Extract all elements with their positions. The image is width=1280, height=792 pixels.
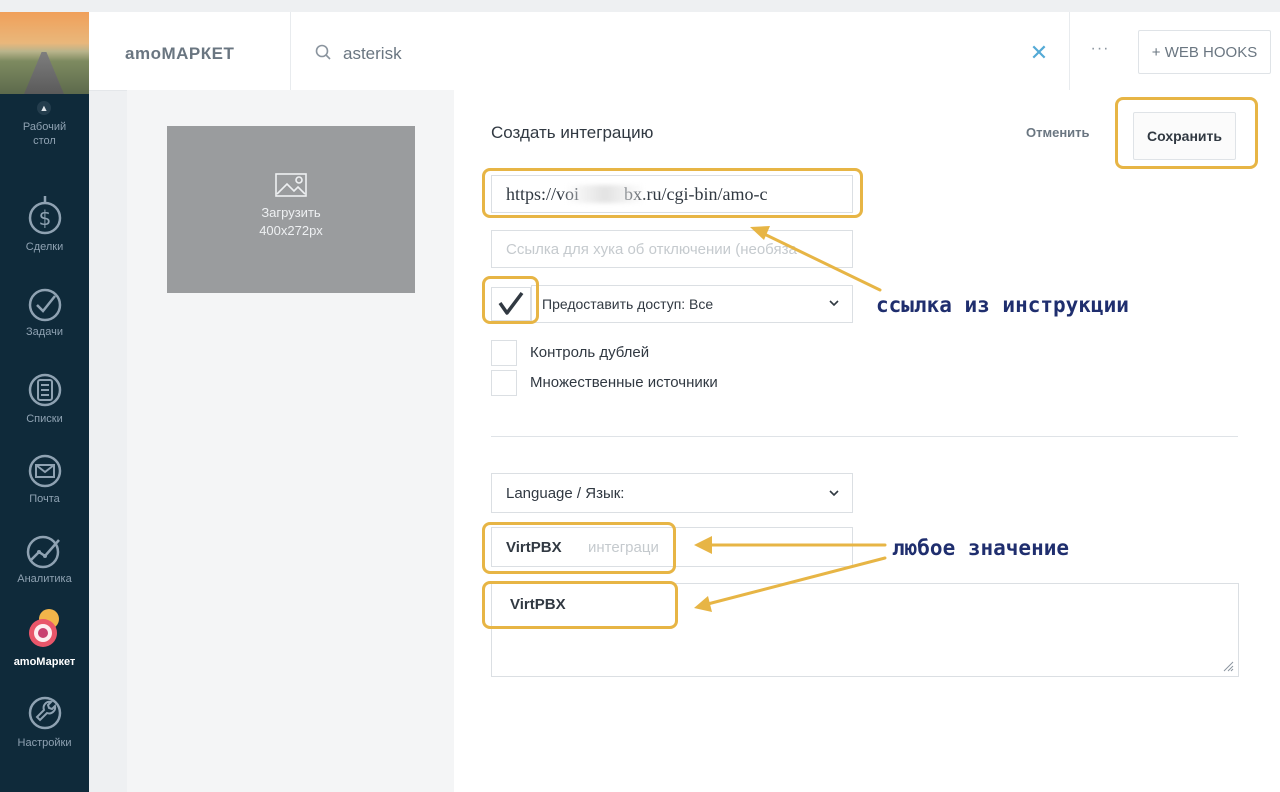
sidebar-item-label: Списки [26, 413, 63, 425]
language-select-label: Language / Язык: [506, 485, 625, 502]
image-icon [275, 173, 307, 197]
web-hooks-button[interactable]: + WEB HOOKS [1138, 30, 1271, 74]
integration-image-panel: Загрузить 400x272px [127, 90, 454, 792]
top-header: amoМАРКЕТ ✕ ··· + WEB HOOKS [89, 12, 1280, 91]
sidebar-item-label: Рабочий стол [22, 121, 67, 147]
integration-name-placeholder: интеграци [588, 539, 659, 556]
scroll-up-icon[interactable]: ▲ [37, 101, 51, 115]
search-icon [315, 44, 331, 60]
sidebar-item-label: Сделки [25, 241, 64, 253]
sidebar-item-label: amoМаркет [13, 656, 76, 668]
analytics-icon [26, 535, 60, 569]
hook-url-input[interactable] [491, 175, 853, 213]
save-button[interactable]: Сохранить [1133, 112, 1236, 160]
sidebar-item-settings[interactable]: Настройки [0, 692, 89, 749]
upload-image-button[interactable]: Загрузить 400x272px [167, 126, 415, 293]
brand-title: amoМАРКЕТ [125, 44, 235, 63]
duplicate-control-label: Контроль дублей [530, 344, 650, 361]
resize-handle-icon[interactable] [1222, 660, 1234, 672]
checkmark-icon [498, 291, 524, 315]
divider [491, 436, 1238, 437]
cancel-button[interactable]: Отменить [1020, 124, 1096, 141]
sidebar-item-dashboard[interactable]: Рабочий стол [0, 120, 89, 148]
check-circle-icon [28, 288, 61, 322]
svg-text:$: $ [38, 206, 51, 230]
integration-description-value: VirtPBX [510, 596, 566, 613]
dollar-icon: $ [28, 196, 61, 235]
integration-name-input[interactable]: VirtPBX интеграци [491, 527, 853, 567]
upload-size: 400x272px [259, 223, 323, 238]
checkbox-box[interactable] [491, 340, 517, 366]
chevron-down-icon [829, 490, 839, 497]
integration-description-textarea[interactable]: VirtPBX [491, 583, 1239, 677]
sidebar-item-label: Настройки [17, 737, 72, 749]
close-icon[interactable]: ✕ [1028, 42, 1050, 64]
sidebar-item-amomarket[interactable]: amoМаркет [0, 605, 89, 668]
search-input[interactable] [341, 42, 945, 66]
form-title: Создать интеграцию [491, 123, 654, 142]
wrench-icon [28, 696, 61, 730]
sidebar-item-tasks[interactable]: Задачи [0, 287, 89, 338]
create-integration-form: Создать интеграцию Отменить Сохранить Пр… [454, 90, 1280, 792]
user-avatar-photo[interactable] [0, 12, 89, 94]
sidebar-item-label: Задачи [26, 326, 63, 338]
sidebar-item-label: Почта [29, 493, 60, 505]
disable-hook-url-input[interactable] [491, 230, 853, 268]
access-checkbox[interactable] [491, 287, 531, 321]
upload-label: Загрузить [261, 205, 321, 220]
sidebar-item-analytics[interactable]: Аналитика [0, 532, 89, 585]
search-bar: ✕ [290, 12, 1071, 90]
language-select[interactable]: Language / Язык: [491, 473, 853, 513]
sidebar-item-mail[interactable]: Почта [0, 452, 89, 505]
annotation-any-value-note: любое значение [892, 536, 1070, 560]
checkbox-box[interactable] [491, 370, 517, 396]
more-menu: ··· [1069, 12, 1130, 90]
more-button[interactable]: ··· [1088, 40, 1112, 60]
list-icon [28, 373, 61, 407]
sidebar-item-deals[interactable]: $ Сделки [0, 194, 89, 253]
sidebar-item-lists[interactable]: Списки [0, 370, 89, 425]
access-select[interactable]: Предоставить доступ: Все [531, 285, 853, 323]
left-sidebar: ▲ Рабочий стол $ Сделки Задачи Списки По… [0, 12, 89, 792]
chevron-down-icon [829, 300, 839, 307]
access-select-label: Предоставить доступ: Все [542, 296, 714, 312]
sidebar-item-label: Аналитика [17, 573, 72, 585]
mail-icon [28, 454, 61, 488]
integration-name-value: VirtPBX [506, 539, 562, 556]
annotation-link-note: ссылка из инструкции [876, 293, 1129, 317]
multiple-sources-label: Множественные источники [530, 374, 718, 391]
amomarket-icon [28, 609, 59, 647]
